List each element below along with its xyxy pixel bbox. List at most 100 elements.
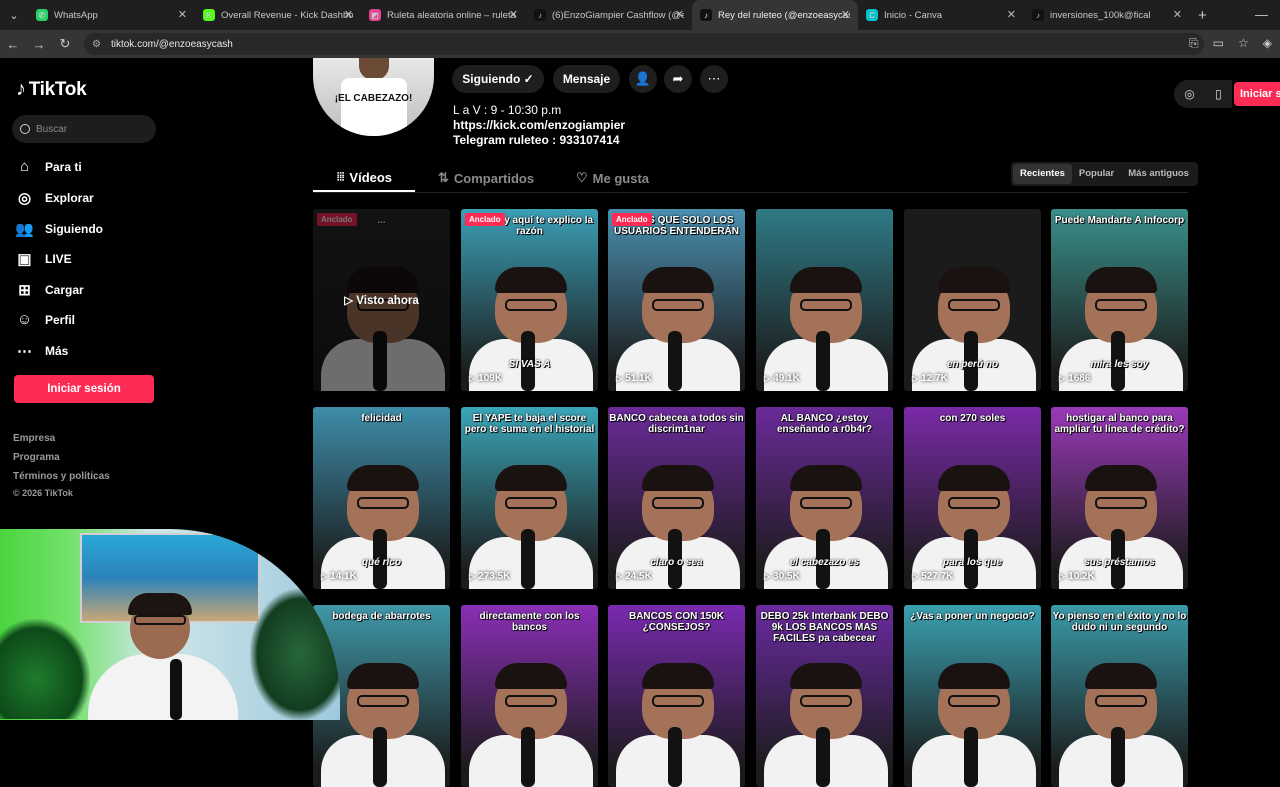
tab-videos[interactable]: ⦙⦙⦙ Vídeos: [337, 170, 392, 185]
person-glasses: [357, 695, 409, 707]
view-count: ▷ 49.1K: [764, 373, 800, 384]
sidebar-item-perfil[interactable]: ☺ Perfil: [16, 311, 75, 328]
video-thumbnail[interactable]: BANCOS CON 150K ¿CONSEJOS?: [608, 605, 745, 787]
browser-tab[interactable]: ♪ Rey del ruleteo (@enzoeasycas ✕: [692, 0, 858, 30]
compass-tool-icon[interactable]: ◎: [1184, 87, 1194, 101]
bio-link[interactable]: https://kick.com/enzogiampier: [453, 118, 625, 132]
tab-close-icon[interactable]: ✕: [675, 8, 684, 21]
url-text: tiktok.com/@enzoeasycash: [110, 38, 233, 50]
browser-tab[interactable]: ♪ inversiones_100k@fical ✕: [1024, 0, 1190, 30]
tab-close-icon[interactable]: ✕: [509, 8, 518, 21]
pinned-badge: Anclado: [612, 213, 652, 226]
streamer-hair: [128, 593, 192, 615]
browser-tab[interactable]: ♪ (6)EnzoGiampier Cashflow (@e ✕: [526, 0, 692, 30]
video-thumbnail[interactable]: a todos y aquí te explico la razón SI VAS…: [461, 209, 598, 391]
video-thumbnail[interactable]: en perú no ▷ 12.7K: [904, 209, 1041, 391]
reload-icon[interactable]: ↻: [52, 36, 78, 52]
person-hair: [347, 465, 419, 491]
tab-close-icon[interactable]: ✕: [178, 8, 187, 21]
view-count: ▷ 273.5K: [469, 571, 510, 582]
video-thumbnail[interactable]: Puede Mandarte A Infocorp mira les soy ▷ 16…: [1051, 209, 1188, 391]
top-login-button[interactable]: Iniciar se: [1234, 82, 1280, 106]
video-thumbnail[interactable]: COSAS QUE SOLO LOS USUARIOS ENTENDERÁN An…: [608, 209, 745, 391]
tab-title: Rey del ruleteo (@enzoeasycas: [718, 9, 850, 21]
cast-icon[interactable]: ▭: [1213, 36, 1224, 51]
tab-title: Overall Revenue - Kick Dashboa: [221, 9, 353, 21]
sidebar-item-label: Siguiendo: [45, 221, 103, 236]
browser-tab[interactable]: ✆ WhatsApp ✕: [28, 0, 195, 30]
back-icon[interactable]: ←: [0, 37, 26, 52]
more-options-icon[interactable]: ⋯: [700, 65, 728, 93]
video-thumbnail[interactable]: BANCO cabecea a todos sin discrim1nar cla…: [608, 407, 745, 589]
home-icon: ⌂: [19, 158, 30, 175]
video-thumbnail[interactable]: ¿Vas a poner un negocio?: [904, 605, 1041, 787]
footer-link-terms[interactable]: Términos y políticas: [13, 471, 110, 482]
message-button[interactable]: Mensaje: [553, 65, 620, 93]
login-button[interactable]: Iniciar sesión: [14, 375, 154, 403]
footer-link-programa[interactable]: Programa: [13, 452, 60, 463]
address-bar-row: ← → ↻ ⚙ tiktok.com/@enzoeasycash ⎘ ▭ ☆ ◈: [0, 30, 1280, 58]
device-icon[interactable]: ▯: [1215, 87, 1222, 101]
tab-close-icon[interactable]: ✕: [841, 8, 850, 21]
play-icon: ▷: [616, 374, 623, 383]
site-settings-icon[interactable]: ⚙: [92, 39, 101, 50]
browser-tab-strip: ⌄ ✆ WhatsApp ✕ K Overall Revenue - Kick Dash…: [0, 0, 1280, 30]
person-hair: [495, 465, 567, 491]
bookmark-star-icon[interactable]: ☆: [1238, 36, 1249, 51]
new-tab-plus-icon[interactable]: +: [1198, 7, 1207, 24]
browser-tab[interactable]: C Inicio - Canva ✕: [858, 0, 1024, 30]
tiktok-logo[interactable]: ♪ TikTok: [16, 78, 87, 101]
video-thumbnail[interactable]: con 270 soles para los que ▷ 527.7K: [904, 407, 1041, 589]
tab-close-icon[interactable]: ✕: [344, 8, 353, 21]
sidebar-item-cargar[interactable]: ⊞ Cargar: [16, 281, 83, 299]
browser-tab[interactable]: K Overall Revenue - Kick Dashboa ✕: [195, 0, 361, 30]
video-thumbnail[interactable]: El YAPE te baja el score pero te suma en…: [461, 407, 598, 589]
heart-icon: ♡: [576, 170, 588, 185]
following-button[interactable]: Siguiendo ✓: [452, 65, 544, 93]
browser-tab[interactable]: ◩ Ruleta aleatoria online – ruleta ✕: [361, 0, 526, 30]
sidebar-item-más[interactable]: ⋯ Más: [16, 342, 68, 360]
video-thumbnail[interactable]: ▷ 49.1K: [756, 209, 893, 391]
view-count-value: 527.7K: [921, 571, 954, 582]
sort-popular[interactable]: Popular: [1072, 164, 1121, 184]
microphone: [668, 727, 682, 787]
tab-close-icon[interactable]: ✕: [1007, 8, 1016, 21]
sidebar-item-live[interactable]: ▣ LIVE: [16, 250, 71, 268]
video-grid: ...Anclado▷ Visto ahoraa todos y aquí te…: [313, 209, 1188, 787]
video-thumbnail[interactable]: DEBO 25k Interbank DEBO 9k LOS BANCOS MA…: [756, 605, 893, 787]
search-icon: [20, 124, 30, 134]
window-minimize-icon[interactable]: —: [1255, 7, 1268, 22]
more-icon: ⋯: [17, 342, 32, 360]
sidebar-item-para-ti[interactable]: ⌂ Para ti: [16, 158, 82, 175]
sort-oldest[interactable]: Más antiguos: [1121, 164, 1196, 184]
person-hair: [790, 663, 862, 689]
video-thumbnail[interactable]: AL BANCO ¿estoy enseñando a r0b4r? el cab…: [756, 407, 893, 589]
view-count: ▷ 109K: [469, 373, 502, 384]
video-thumbnail[interactable]: directamente con los bancos: [461, 605, 598, 787]
webcam-overlay: [0, 529, 340, 720]
sort-recent[interactable]: Recientes: [1013, 164, 1072, 184]
person-glasses: [948, 497, 1000, 509]
sidebar-item-siguiendo[interactable]: 👥 Siguiendo: [15, 220, 103, 238]
video-thumbnail[interactable]: ...Anclado▷ Visto ahora: [313, 209, 450, 391]
video-thumbnail[interactable]: hostigar al banco para ampliar tu línea …: [1051, 407, 1188, 589]
sidebar-item-label: Para ti: [45, 159, 82, 174]
share-icon[interactable]: ➦: [664, 65, 692, 93]
view-count-value: 109K: [478, 373, 503, 384]
extensions-icon[interactable]: ◈: [1263, 36, 1272, 51]
url-field[interactable]: ⚙ tiktok.com/@enzoeasycash: [84, 33, 1204, 55]
tab-likes[interactable]: ♡ Me gusta: [576, 170, 649, 186]
footer-link-empresa[interactable]: Empresa: [13, 433, 55, 444]
tab-close-icon[interactable]: ✕: [1173, 8, 1182, 21]
suggested-accounts-icon[interactable]: 👤: [629, 65, 657, 93]
tab-reposts[interactable]: ⇅ Compartidos: [438, 170, 534, 186]
sidebar-item-explorar[interactable]: ◎ Explorar: [16, 189, 94, 207]
video-thumbnail[interactable]: Yo pienso en el éxito y no lo dudo ni un…: [1051, 605, 1188, 787]
tab-title: (6)EnzoGiampier Cashflow (@e: [552, 9, 684, 21]
forward-icon[interactable]: →: [26, 37, 52, 52]
tab-search-chevron-icon[interactable]: ⌄: [0, 0, 28, 30]
footer-copyright: © 2026 TikTok: [13, 488, 73, 498]
person-glasses: [357, 497, 409, 509]
search-input[interactable]: Buscar: [12, 115, 156, 143]
translate-icon[interactable]: ⎘: [1189, 36, 1199, 51]
